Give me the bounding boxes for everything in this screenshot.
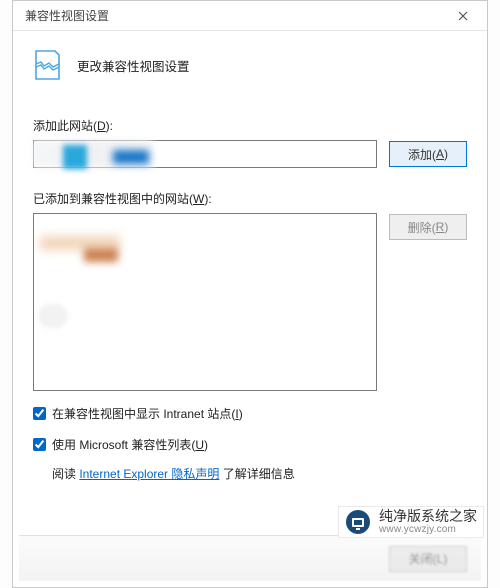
list-row: 删除(R) bbox=[33, 213, 467, 391]
add-site-label: 添加此网站(D): bbox=[33, 117, 467, 134]
watermark-url: www.ycwzjy.com bbox=[379, 524, 477, 535]
redacted-overlay bbox=[63, 145, 87, 169]
header-text: 更改兼容性视图设置 bbox=[77, 56, 190, 75]
close-icon[interactable] bbox=[449, 5, 477, 27]
watermark-icon bbox=[345, 509, 371, 535]
added-sites-listbox[interactable] bbox=[33, 213, 377, 391]
mslist-checkbox-row[interactable]: 使用 Microsoft 兼容性列表(U) bbox=[33, 436, 467, 453]
header-row: 更改兼容性视图设置 bbox=[33, 49, 467, 81]
intranet-checkbox-label: 在兼容性视图中显示 Intranet 站点(I) bbox=[52, 405, 243, 422]
remove-button: 删除(R) bbox=[389, 214, 467, 240]
added-sites-label: 已添加到兼容性视图中的网站(W): bbox=[33, 190, 467, 207]
redacted-overlay bbox=[38, 304, 68, 328]
mslist-checkbox[interactable] bbox=[33, 438, 46, 451]
watermark: 纯净版系统之家 www.ycwzjy.com bbox=[338, 506, 484, 538]
mslist-checkbox-label: 使用 Microsoft 兼容性列表(U) bbox=[52, 436, 208, 453]
dialog-title: 兼容性视图设置 bbox=[25, 7, 109, 24]
bottom-bar: 关闭(L) bbox=[19, 535, 481, 581]
add-button[interactable]: 添加(A) bbox=[389, 141, 467, 167]
watermark-text: 纯净版系统之家 www.ycwzjy.com bbox=[379, 509, 477, 535]
privacy-link-line: 阅读 Internet Explorer 隐私声明 了解详细信息 bbox=[52, 465, 467, 482]
add-row: 添加(A) bbox=[33, 140, 467, 168]
intranet-checkbox[interactable] bbox=[33, 407, 46, 420]
privacy-link[interactable]: Internet Explorer 隐私声明 bbox=[79, 467, 219, 481]
compat-view-settings-dialog: 兼容性视图设置 更改兼容性视图设置 添加此网站(D): bbox=[12, 0, 488, 588]
intranet-checkbox-row[interactable]: 在兼容性视图中显示 Intranet 站点(I) bbox=[33, 405, 467, 422]
titlebar: 兼容性视图设置 bbox=[13, 1, 487, 31]
redacted-overlay bbox=[84, 248, 118, 262]
close-button[interactable]: 关闭(L) bbox=[389, 546, 467, 572]
add-site-input-wrap bbox=[33, 140, 377, 168]
watermark-cn: 纯净版系统之家 bbox=[379, 509, 477, 524]
redacted-overlay bbox=[113, 150, 149, 164]
broken-page-icon bbox=[33, 49, 61, 81]
dialog-content: 更改兼容性视图设置 添加此网站(D): 添加(A) 已添加到兼容性视图中的网站(… bbox=[13, 31, 487, 494]
